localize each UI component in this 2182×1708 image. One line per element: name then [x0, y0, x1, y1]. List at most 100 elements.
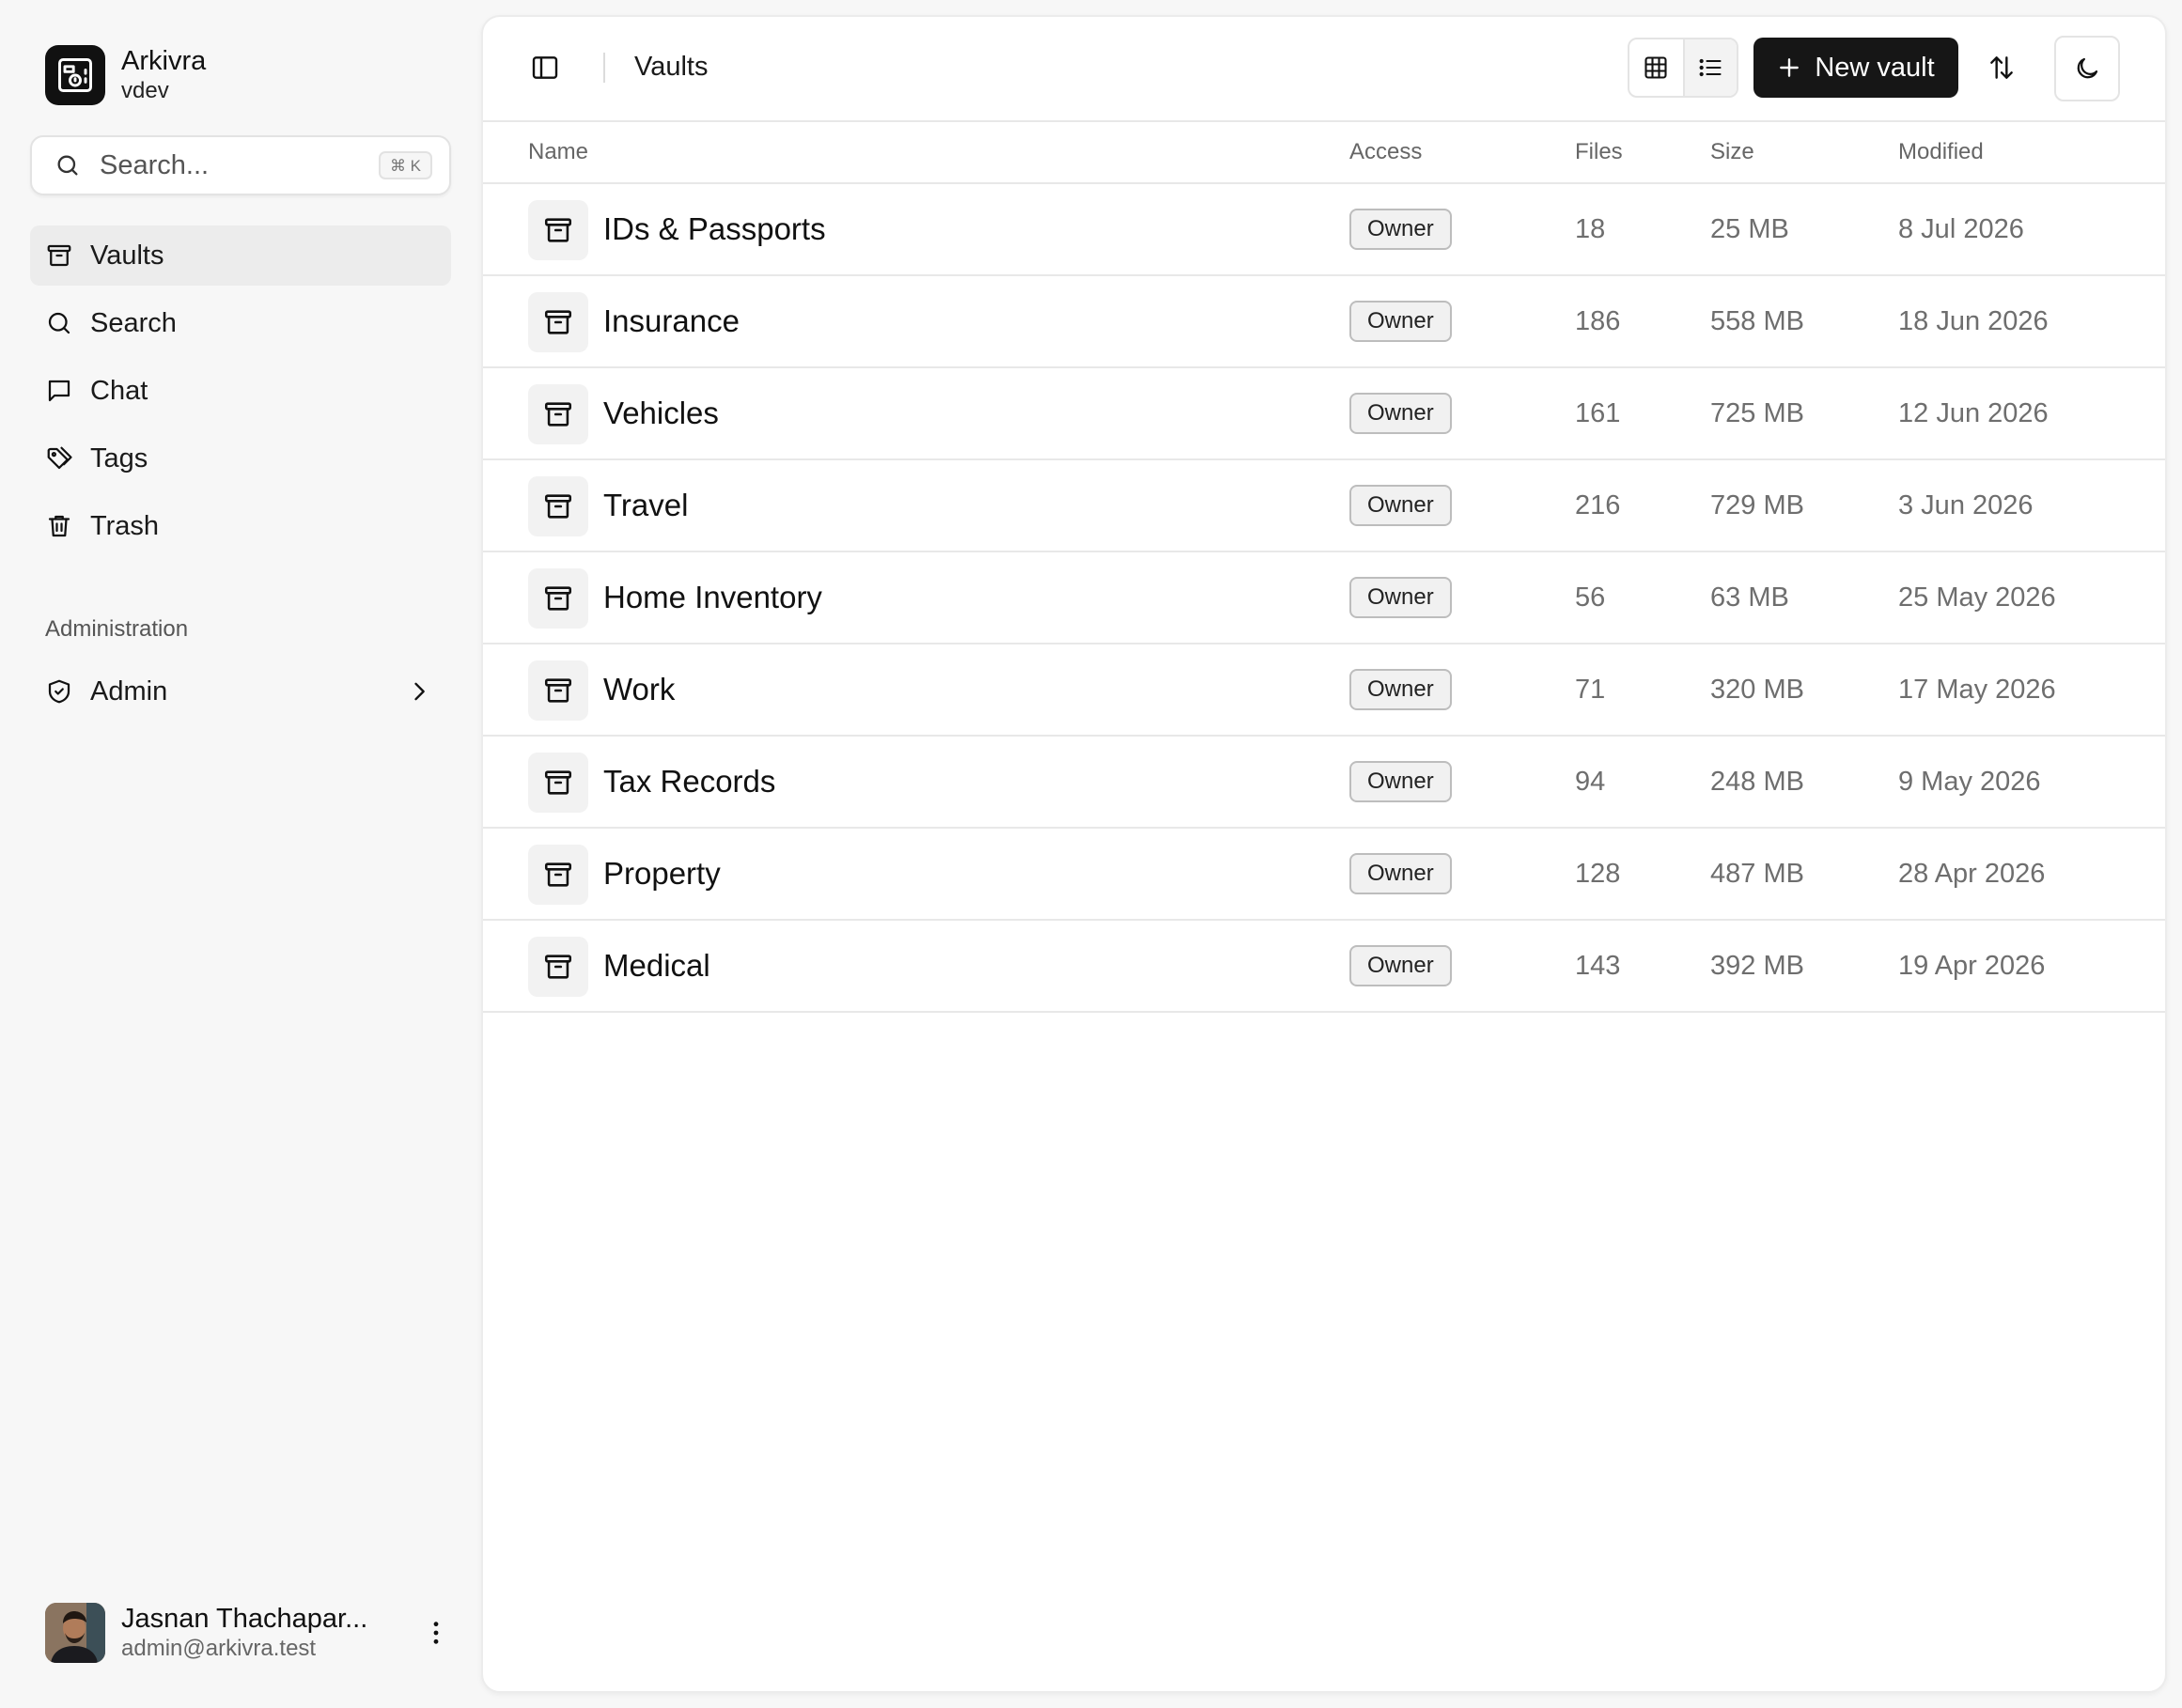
modified-date: 8 Jul 2026: [1898, 214, 2024, 244]
vault-logo-icon: [45, 45, 105, 105]
vault-size: 392 MB: [1710, 951, 1804, 981]
file-count: 143: [1575, 951, 1621, 981]
table-row[interactable]: Tax Records Owner 94 248 MB 9 May 2026: [483, 737, 2165, 829]
table-row[interactable]: Property Owner 128 487 MB 28 Apr 2026: [483, 829, 2165, 921]
access-badge: Owner: [1349, 485, 1452, 526]
sidebar-nav: Vaults Search Chat Tags Trash: [30, 225, 451, 564]
table-row[interactable]: Travel Owner 216 729 MB 3 Jun 2026: [483, 460, 2165, 552]
vault-name[interactable]: Work: [603, 672, 675, 707]
vault-size: 25 MB: [1710, 214, 1789, 244]
modified-date: 18 Jun 2026: [1898, 306, 2049, 336]
chevron-right-icon: [406, 678, 432, 705]
modified-date: 17 May 2026: [1898, 675, 2056, 705]
vault-name[interactable]: Insurance: [603, 303, 740, 339]
breadcrumb: Vaults: [634, 52, 709, 82]
archive-icon: [528, 384, 588, 444]
file-count: 18: [1575, 214, 1606, 244]
modified-date: 9 May 2026: [1898, 767, 2041, 797]
list-icon: [1697, 54, 1723, 81]
user-email: admin@arkivra.test: [121, 1636, 317, 1661]
chat-icon: [45, 377, 73, 405]
new-vault-button[interactable]: New vault: [1753, 38, 1958, 98]
sidebar-search[interactable]: ⌘ K: [30, 135, 451, 195]
vault-size: 248 MB: [1710, 767, 1804, 797]
vault-name[interactable]: Tax Records: [603, 764, 775, 800]
vault-name[interactable]: IDs & Passports: [603, 211, 826, 247]
theme-toggle-button[interactable]: [2054, 36, 2120, 101]
column-header-modified[interactable]: Modified: [1898, 139, 1984, 165]
modified-date: 19 Apr 2026: [1898, 951, 2046, 981]
list-view-button[interactable]: [1682, 39, 1737, 96]
archive-icon: [528, 753, 588, 813]
search-icon: [45, 309, 73, 337]
file-count: 94: [1575, 767, 1606, 797]
sidebar-item-trash[interactable]: Trash: [30, 496, 451, 556]
modified-date: 12 Jun 2026: [1898, 398, 2049, 428]
file-count: 128: [1575, 859, 1621, 889]
file-count: 216: [1575, 490, 1621, 520]
sidebar-item-label: Chat: [90, 375, 148, 406]
access-badge: Owner: [1349, 669, 1452, 710]
vault-name[interactable]: Home Inventory: [603, 580, 822, 615]
sidebar-toggle-icon[interactable]: [530, 53, 560, 83]
vault-name[interactable]: Vehicles: [603, 396, 719, 431]
search-input[interactable]: [100, 149, 363, 181]
moon-icon: [2073, 54, 2101, 83]
modified-date: 28 Apr 2026: [1898, 859, 2046, 889]
column-header-size[interactable]: Size: [1710, 139, 1754, 165]
archive-icon: [528, 937, 588, 997]
sidebar-item-label: Admin: [90, 675, 168, 706]
toolbar-divider: [603, 53, 605, 83]
sidebar-item-tags[interactable]: Tags: [30, 428, 451, 489]
sort-icon[interactable]: [1987, 53, 2017, 83]
sidebar: Arkivra vdev ⌘ K Vaults Search Chat: [0, 0, 481, 1708]
vault-name[interactable]: Property: [603, 856, 721, 892]
file-count: 71: [1575, 675, 1606, 705]
archive-icon: [528, 476, 588, 536]
table-row[interactable]: IDs & Passports Owner 18 25 MB 8 Jul 2026: [483, 184, 2165, 276]
sidebar-item-search[interactable]: Search: [30, 293, 451, 353]
access-badge: Owner: [1349, 853, 1452, 894]
vault-size: 729 MB: [1710, 490, 1804, 520]
column-header-name[interactable]: Name: [528, 139, 588, 165]
column-header-files[interactable]: Files: [1575, 139, 1623, 165]
access-badge: Owner: [1349, 577, 1452, 618]
vault-size: 558 MB: [1710, 306, 1804, 336]
sidebar-item-vaults[interactable]: Vaults: [30, 225, 451, 286]
archive-icon: [528, 200, 588, 260]
archive-icon: [45, 241, 73, 270]
main-panel: Vaults New vault Name Access Files Size …: [481, 15, 2167, 1693]
brand-name: Arkivra: [121, 46, 207, 76]
table-row[interactable]: Medical Owner 143 392 MB 19 Apr 2026: [483, 921, 2165, 1013]
view-toggle: [1628, 38, 1738, 98]
shortcut-hint: ⌘ K: [378, 151, 432, 179]
vault-size: 725 MB: [1710, 398, 1804, 428]
table-row[interactable]: Vehicles Owner 161 725 MB 12 Jun 2026: [483, 368, 2165, 460]
archive-icon: [528, 660, 588, 721]
more-vertical-icon[interactable]: [421, 1618, 451, 1648]
brand[interactable]: Arkivra vdev: [45, 45, 206, 105]
modified-date: 25 May 2026: [1898, 582, 2056, 613]
table-header: Name Access Files Size Modified: [483, 122, 2165, 184]
sidebar-item-label: Trash: [90, 510, 160, 541]
table-row[interactable]: Work Owner 71 320 MB 17 May 2026: [483, 644, 2165, 737]
table-row[interactable]: Home Inventory Owner 56 63 MB 25 May 2026: [483, 552, 2165, 644]
avatar: [45, 1603, 105, 1663]
vault-size: 487 MB: [1710, 859, 1804, 889]
table-row[interactable]: Insurance Owner 186 558 MB 18 Jun 2026: [483, 276, 2165, 368]
archive-icon: [528, 568, 588, 629]
sidebar-item-chat[interactable]: Chat: [30, 361, 451, 421]
search-icon: [55, 152, 81, 179]
user-profile[interactable]: Jasnan Thachapar... admin@arkivra.test: [45, 1603, 451, 1663]
sidebar-item-admin[interactable]: Admin: [30, 661, 451, 722]
plus-icon: [1777, 55, 1801, 80]
vault-name[interactable]: Medical: [603, 948, 710, 984]
access-badge: Owner: [1349, 945, 1452, 986]
access-badge: Owner: [1349, 761, 1452, 802]
vault-name[interactable]: Travel: [603, 488, 688, 523]
shield-icon: [45, 677, 73, 706]
tags-icon: [45, 444, 73, 473]
grid-view-button[interactable]: [1629, 39, 1683, 96]
access-badge: Owner: [1349, 393, 1452, 434]
column-header-access[interactable]: Access: [1349, 139, 1422, 165]
